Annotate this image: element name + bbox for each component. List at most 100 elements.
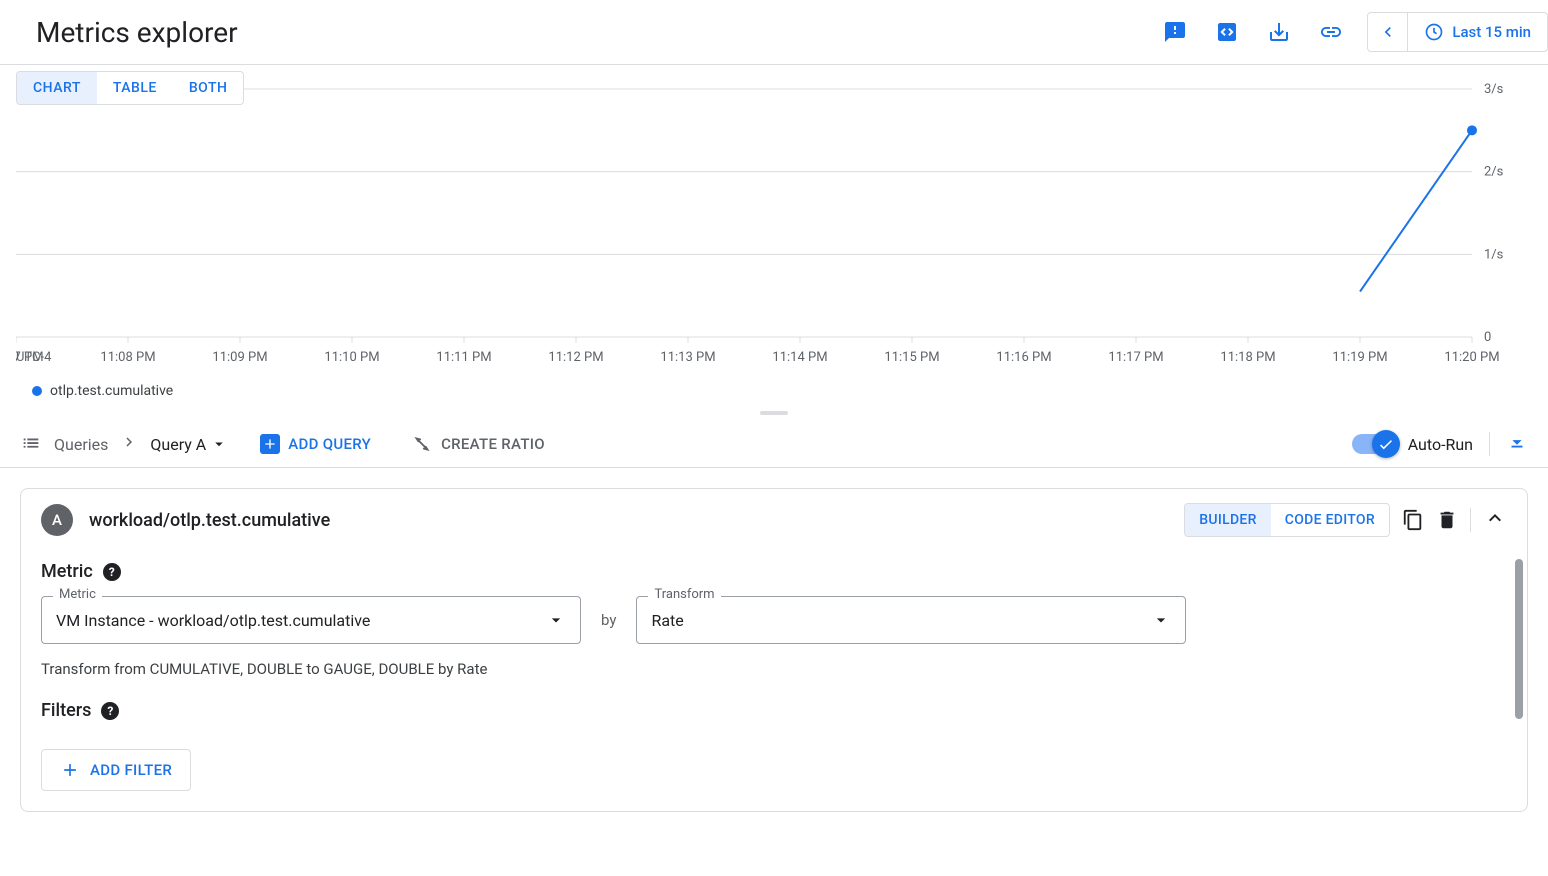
tab-chart[interactable]: CHART xyxy=(17,72,97,104)
create-ratio-label: CREATE RATIO xyxy=(441,435,545,453)
time-range-selector: Last 15 min xyxy=(1367,12,1548,52)
expand-down-button[interactable] xyxy=(1506,431,1528,457)
resize-handle[interactable] xyxy=(0,405,1548,421)
chart-svg: 01/s2/s3/sUTC-411:07 PM11:08 PM11:09 PM1… xyxy=(16,77,1532,377)
tab-builder[interactable]: BUILDER xyxy=(1185,504,1271,536)
divider xyxy=(1489,432,1490,456)
divider xyxy=(1470,508,1471,532)
add-filter-button[interactable]: ADD FILTER xyxy=(41,749,191,791)
transform-note: Transform from CUMULATIVE, DOUBLE to GAU… xyxy=(41,660,1507,678)
plus-icon xyxy=(60,760,80,780)
svg-text:11:07 PM: 11:07 PM xyxy=(16,350,44,365)
chart-legend: otlp.test.cumulative xyxy=(16,377,1532,405)
copy-query-button[interactable] xyxy=(1402,509,1424,531)
transform-field: Transform Rate xyxy=(636,596,1186,644)
time-range-button[interactable]: Last 15 min xyxy=(1408,22,1547,42)
query-panel-wrapper: A workload/otlp.test.cumulative BUILDER … xyxy=(0,468,1548,832)
metric-help-icon[interactable]: ? xyxy=(103,563,121,581)
svg-text:11:11 PM: 11:11 PM xyxy=(436,350,491,365)
svg-text:11:08 PM: 11:08 PM xyxy=(100,350,155,365)
legend-dot xyxy=(32,386,42,396)
svg-text:11:20 PM: 11:20 PM xyxy=(1444,350,1499,365)
auto-run-label: Auto-Run xyxy=(1408,435,1473,454)
queries-label: Queries xyxy=(54,435,108,454)
svg-text:11:16 PM: 11:16 PM xyxy=(996,350,1051,365)
editor-mode-tabs: BUILDER CODE EDITOR xyxy=(1184,503,1390,537)
svg-text:11:18 PM: 11:18 PM xyxy=(1220,350,1275,365)
query-bar-right: Auto-Run xyxy=(1352,431,1528,457)
by-label: by xyxy=(601,611,616,629)
auto-run-group: Auto-Run xyxy=(1352,434,1473,454)
page-header: Metrics explorer Last 15 min xyxy=(0,0,1548,65)
transform-value: Rate xyxy=(651,611,683,630)
metric-field-label: Metric xyxy=(53,587,102,602)
ratio-icon xyxy=(411,433,433,455)
add-filter-label: ADD FILTER xyxy=(90,761,172,779)
metric-value: VM Instance - workload/otlp.test.cumulat… xyxy=(56,611,370,630)
header-actions: Last 15 min xyxy=(1163,12,1548,52)
legend-label: otlp.test.cumulative xyxy=(50,383,173,399)
chart-container: 01/s2/s3/sUTC-411:07 PM11:08 PM11:09 PM1… xyxy=(16,77,1532,377)
svg-text:11:12 PM: 11:12 PM xyxy=(548,350,603,365)
svg-text:11:10 PM: 11:10 PM xyxy=(324,350,379,365)
delete-query-button[interactable] xyxy=(1436,509,1458,531)
download-icon[interactable] xyxy=(1267,20,1291,44)
query-selector-label: Query A xyxy=(150,435,206,454)
auto-run-toggle[interactable] xyxy=(1352,434,1396,454)
add-query-label: ADD QUERY xyxy=(288,435,371,453)
query-header-actions: BUILDER CODE EDITOR xyxy=(1184,503,1507,537)
link-icon[interactable] xyxy=(1319,20,1343,44)
metric-field: Metric VM Instance - workload/otlp.test.… xyxy=(41,596,581,644)
create-ratio-button[interactable]: CREATE RATIO xyxy=(411,433,545,455)
svg-text:1/s: 1/s xyxy=(1484,247,1504,262)
page-title: Metrics explorer xyxy=(36,16,238,49)
svg-text:11:13 PM: 11:13 PM xyxy=(660,350,715,365)
chevron-down-icon xyxy=(210,435,228,453)
tab-both[interactable]: BOTH xyxy=(173,72,244,104)
svg-text:0: 0 xyxy=(1484,330,1491,345)
toggle-knob-check-icon xyxy=(1372,430,1400,458)
filters-section-label: Filters ? xyxy=(41,700,1507,721)
chevron-down-icon xyxy=(546,610,566,630)
svg-text:11:17 PM: 11:17 PM xyxy=(1108,350,1163,365)
view-tabs: CHART TABLE BOTH xyxy=(16,71,244,105)
query-panel-header: A workload/otlp.test.cumulative BUILDER … xyxy=(21,489,1527,551)
header-icons xyxy=(1163,20,1343,44)
query-bar-left: Queries Query A xyxy=(20,433,228,455)
metric-select[interactable]: VM Instance - workload/otlp.test.cumulat… xyxy=(41,596,581,644)
time-back-button[interactable] xyxy=(1368,13,1408,51)
tab-code-editor[interactable]: CODE EDITOR xyxy=(1271,504,1389,536)
transform-select[interactable]: Rate xyxy=(636,596,1186,644)
svg-text:2/s: 2/s xyxy=(1484,165,1504,180)
collapse-panel-button[interactable] xyxy=(1483,506,1507,534)
query-panel: A workload/otlp.test.cumulative BUILDER … xyxy=(20,488,1528,812)
plus-icon xyxy=(260,434,280,454)
feedback-icon[interactable] xyxy=(1163,20,1187,44)
queries-list-icon[interactable] xyxy=(20,433,42,455)
breadcrumb-chevron-icon xyxy=(120,433,138,455)
code-icon[interactable] xyxy=(1215,20,1239,44)
svg-text:11:09 PM: 11:09 PM xyxy=(212,350,267,365)
add-query-button[interactable]: ADD QUERY xyxy=(260,434,371,454)
filters-help-icon[interactable]: ? xyxy=(101,702,119,720)
metric-section-label: Metric ? xyxy=(41,561,1507,582)
query-title: workload/otlp.test.cumulative xyxy=(89,510,330,531)
query-body: Metric ? Metric VM Instance - workload/o… xyxy=(21,561,1527,811)
filters-section-text: Filters xyxy=(41,700,91,721)
chart-area: CHART TABLE BOTH 01/s2/s3/sUTC-411:07 PM… xyxy=(0,65,1548,405)
query-selector[interactable]: Query A xyxy=(150,435,228,454)
tab-table[interactable]: TABLE xyxy=(97,72,173,104)
svg-text:11:14 PM: 11:14 PM xyxy=(772,350,827,365)
scrollbar[interactable] xyxy=(1515,559,1523,719)
query-badge: A xyxy=(41,504,73,536)
clock-icon xyxy=(1424,22,1444,42)
svg-text:11:19 PM: 11:19 PM xyxy=(1332,350,1387,365)
query-toolbar: Queries Query A ADD QUERY CREATE RATIO A… xyxy=(0,421,1548,468)
svg-text:11:15 PM: 11:15 PM xyxy=(884,350,939,365)
transform-field-label: Transform xyxy=(648,587,720,602)
metric-row: Metric VM Instance - workload/otlp.test.… xyxy=(41,596,1507,644)
chevron-down-icon xyxy=(1151,610,1171,630)
time-range-label: Last 15 min xyxy=(1452,23,1531,41)
svg-text:3/s: 3/s xyxy=(1484,82,1504,97)
metric-section-text: Metric xyxy=(41,561,93,582)
